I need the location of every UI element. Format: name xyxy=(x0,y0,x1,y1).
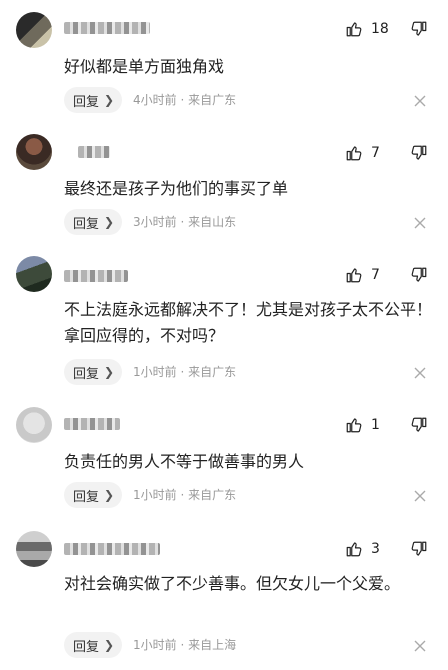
close-icon[interactable] xyxy=(413,216,427,230)
thumbs-up-icon xyxy=(346,146,362,161)
close-icon[interactable] xyxy=(413,366,427,380)
like-count: 3 xyxy=(371,541,380,557)
like-count: 7 xyxy=(371,145,380,161)
reply-label: 回复 xyxy=(73,366,100,382)
thumbs-down-icon xyxy=(411,21,427,36)
chevron-right-icon: ❯ xyxy=(104,93,115,107)
avatar[interactable] xyxy=(16,12,52,48)
thumbs-up-icon xyxy=(346,268,362,283)
like-button[interactable]: 1 xyxy=(345,416,380,434)
like-button[interactable]: 7 xyxy=(345,266,380,284)
avatar[interactable] xyxy=(16,256,52,292)
avatar[interactable] xyxy=(16,531,52,567)
dislike-button[interactable] xyxy=(410,144,428,162)
comment-text: 对社会确实做了不少善事。但欠女儿一个父爱。 xyxy=(64,574,401,593)
thumbs-up-icon xyxy=(346,22,362,37)
comment-meta: 1小时前 · 来自上海 xyxy=(133,632,236,658)
comment-meta: 3小时前 · 来自山东 xyxy=(133,209,236,235)
meta-separator: · xyxy=(180,93,185,107)
thumbs-up-icon xyxy=(346,542,362,557)
username-blurred[interactable] xyxy=(78,146,110,158)
like-count: 1 xyxy=(371,417,380,433)
dislike-button[interactable] xyxy=(410,20,428,38)
reply-button[interactable]: 回复 ❯ xyxy=(64,359,123,385)
dislike-button[interactable] xyxy=(410,266,428,284)
comment-meta: 1小时前 · 来自广东 xyxy=(133,482,236,508)
chevron-right-icon: ❯ xyxy=(104,365,115,379)
thumbs-down-icon xyxy=(411,267,427,282)
comment-location: 来自山东 xyxy=(188,215,237,229)
meta-separator: · xyxy=(180,488,185,502)
comment-meta: 4小时前 · 来自广东 xyxy=(133,87,236,113)
dislike-button[interactable] xyxy=(410,540,428,558)
comment-time: 1小时前 xyxy=(133,638,177,652)
username-blurred[interactable] xyxy=(64,270,128,282)
dislike-button[interactable] xyxy=(410,416,428,434)
username-blurred[interactable] xyxy=(64,418,120,430)
like-button[interactable]: 3 xyxy=(345,540,380,558)
like-count: 18 xyxy=(371,21,389,37)
thumbs-down-icon xyxy=(411,145,427,160)
close-icon[interactable] xyxy=(413,489,427,503)
comment-location: 来自广东 xyxy=(188,365,237,379)
reply-button[interactable]: 回复 ❯ xyxy=(64,87,123,113)
like-button[interactable]: 7 xyxy=(345,144,380,162)
like-count: 7 xyxy=(371,267,380,283)
reply-button[interactable]: 回复 ❯ xyxy=(64,632,123,658)
chevron-right-icon: ❯ xyxy=(104,215,115,229)
avatar[interactable] xyxy=(16,134,52,170)
comment-location: 来自上海 xyxy=(188,638,237,652)
reply-label: 回复 xyxy=(73,489,100,505)
chevron-right-icon: ❯ xyxy=(104,638,115,652)
reply-label: 回复 xyxy=(73,639,100,655)
comment-time: 1小时前 xyxy=(133,488,177,502)
meta-separator: · xyxy=(180,215,185,229)
comment-text: 好似都是单方面独角戏 xyxy=(64,57,225,76)
thumbs-down-icon xyxy=(411,541,427,556)
reply-label: 回复 xyxy=(73,94,100,110)
username-blurred[interactable] xyxy=(64,22,150,34)
meta-separator: · xyxy=(180,638,185,652)
comment-time: 1小时前 xyxy=(133,365,177,379)
comment-text: 最终还是孩子为他们的事买了单 xyxy=(64,179,289,198)
reply-label: 回复 xyxy=(73,216,100,232)
username-blurred[interactable] xyxy=(64,543,160,555)
comment-location: 来自广东 xyxy=(188,488,237,502)
comment-meta: 1小时前 · 来自广东 xyxy=(133,359,236,385)
like-button[interactable]: 18 xyxy=(345,20,389,38)
meta-separator: · xyxy=(180,365,185,379)
comment-time: 4小时前 xyxy=(133,93,177,107)
avatar[interactable] xyxy=(16,407,52,443)
close-icon[interactable] xyxy=(413,639,427,653)
comment-text: 不上法庭永远都解决不了！尤其是对孩子太不公平！拿回应得的，不对吗？ xyxy=(64,300,433,345)
comment-text: 负责任的男人不等于做善事的男人 xyxy=(64,452,305,471)
reply-button[interactable]: 回复 ❯ xyxy=(64,482,123,508)
thumbs-up-icon xyxy=(346,418,362,433)
comment-location: 来自广东 xyxy=(188,93,237,107)
reply-button[interactable]: 回复 ❯ xyxy=(64,209,123,235)
chevron-right-icon: ❯ xyxy=(104,488,115,502)
comment-time: 3小时前 xyxy=(133,215,177,229)
thumbs-down-icon xyxy=(411,417,427,432)
close-icon[interactable] xyxy=(413,94,427,108)
